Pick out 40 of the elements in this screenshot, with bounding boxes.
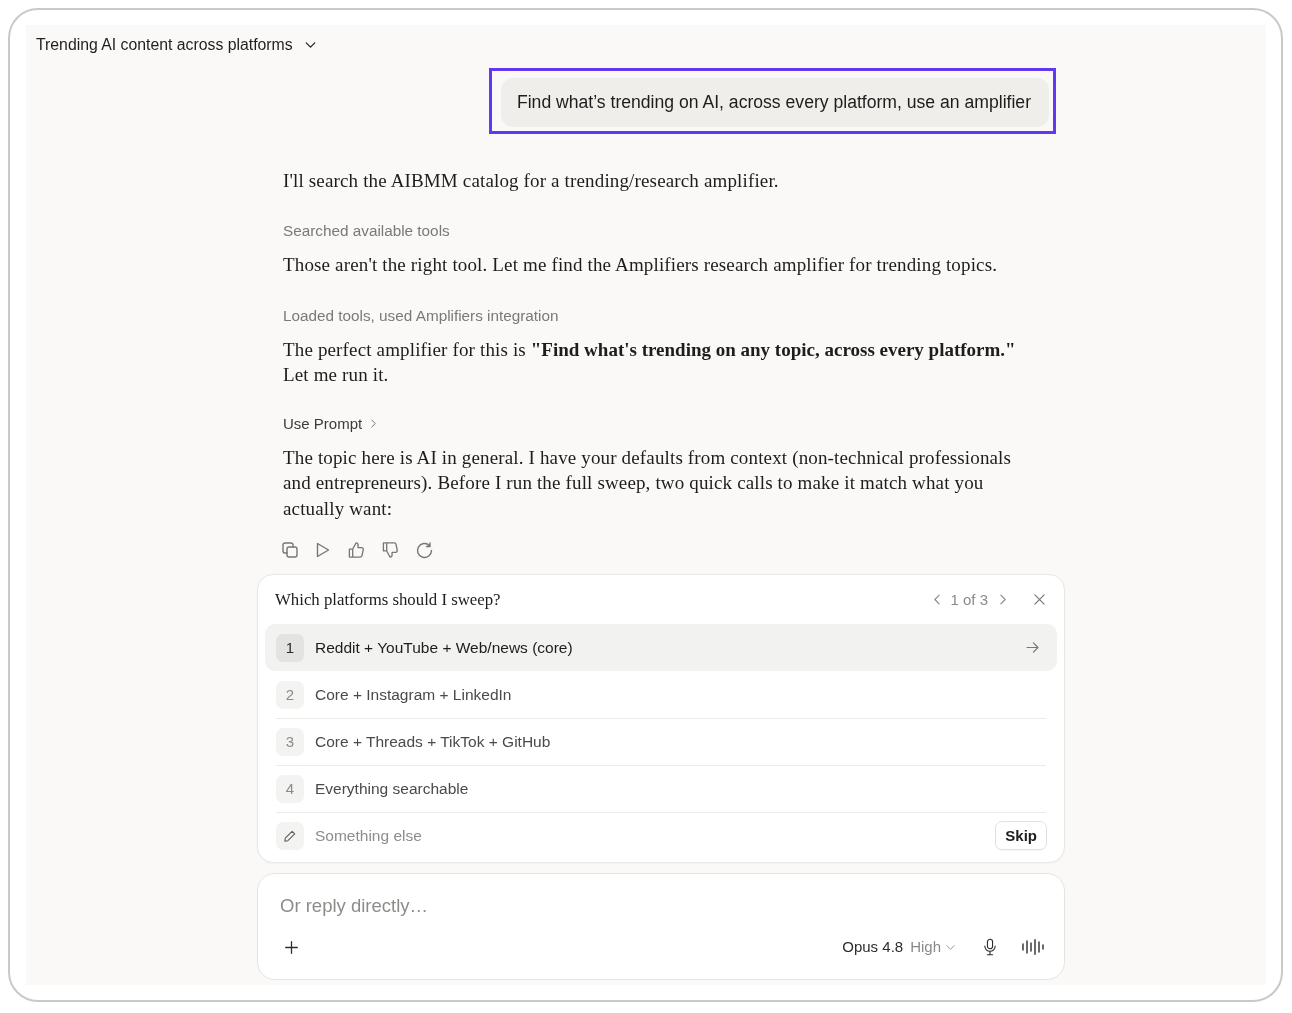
number-badge: 1 <box>276 633 304 662</box>
question-title: Which platforms should I sweep? <box>275 588 501 611</box>
tool-status-text: Loaded tools, used Amplifiers integration <box>283 305 559 326</box>
user-message-bubble: Find what’s trending on AI, across every platform, use an amplifier <box>500 78 1049 127</box>
chevron-right-icon <box>371 419 377 428</box>
plus-icon[interactable] <box>285 940 298 954</box>
option-item[interactable]: 2 Core + Instagram + LinkedIn <box>265 671 1057 718</box>
composer-panel[interactable]: Or reply directly… Opus 4.8 High <box>257 873 1065 980</box>
close-icon[interactable] <box>1034 594 1045 605</box>
chevron-right-icon[interactable] <box>1000 594 1006 605</box>
conversation-title-button[interactable]: Trending AI content across platforms <box>36 35 316 55</box>
pencil-icon <box>276 821 304 850</box>
option-item[interactable]: 1 Reddit + YouTube + Web/news (core) <box>265 624 1057 671</box>
assistant-paragraph: I'll search the AIBMM catalog for a trending/research amplifier. <box>283 168 780 193</box>
assistant-paragraph: The topic here is AI in general. I have your defaults from context (non-technical professionals and entrepreneurs). Before I run the full sweep, two quick calls to make it match what you actually want: <box>283 445 1013 521</box>
thumbs-down-icon[interactable] <box>382 542 398 558</box>
thumbs-up-icon[interactable] <box>348 542 364 558</box>
skip-button[interactable]: Skip <box>995 821 1047 850</box>
assistant-paragraph: Those aren't the right tool. Let me find the Amplifiers research amplifier for trending topics. <box>283 253 999 277</box>
page-count: 1 of 3 <box>950 589 988 610</box>
chevron-down-icon <box>946 944 955 950</box>
model-selector[interactable]: Opus 4.8 High <box>842 937 955 957</box>
other-answer-field[interactable]: Something else <box>315 823 996 848</box>
option-item[interactable]: 4 Everything searchable <box>265 765 1057 812</box>
number-badge: 4 <box>276 774 304 803</box>
chevron-down-icon <box>304 42 316 48</box>
number-badge: 2 <box>276 680 304 709</box>
play-icon[interactable] <box>316 542 330 558</box>
arrow-right-icon <box>1026 642 1039 653</box>
option-item[interactable]: 3 Core + Threads + TikTok + GitHub <box>265 718 1057 765</box>
copy-icon[interactable] <box>282 542 298 558</box>
use-prompt-toggle[interactable]: Use Prompt <box>283 413 377 434</box>
chevron-left-icon[interactable] <box>934 594 941 605</box>
assistant-paragraph: The perfect amplifier for this is "Find what's trending on any topic, across every platform." Let me run it. <box>283 337 1017 387</box>
tool-status-text: Searched available tools <box>283 221 450 241</box>
reply-input-field[interactable]: Or reply directly… <box>280 888 1044 924</box>
sound-wave-icon[interactable] <box>1022 939 1044 955</box>
retry-icon[interactable] <box>416 541 433 559</box>
microphone-icon[interactable] <box>984 938 996 956</box>
number-badge: 3 <box>276 727 304 756</box>
